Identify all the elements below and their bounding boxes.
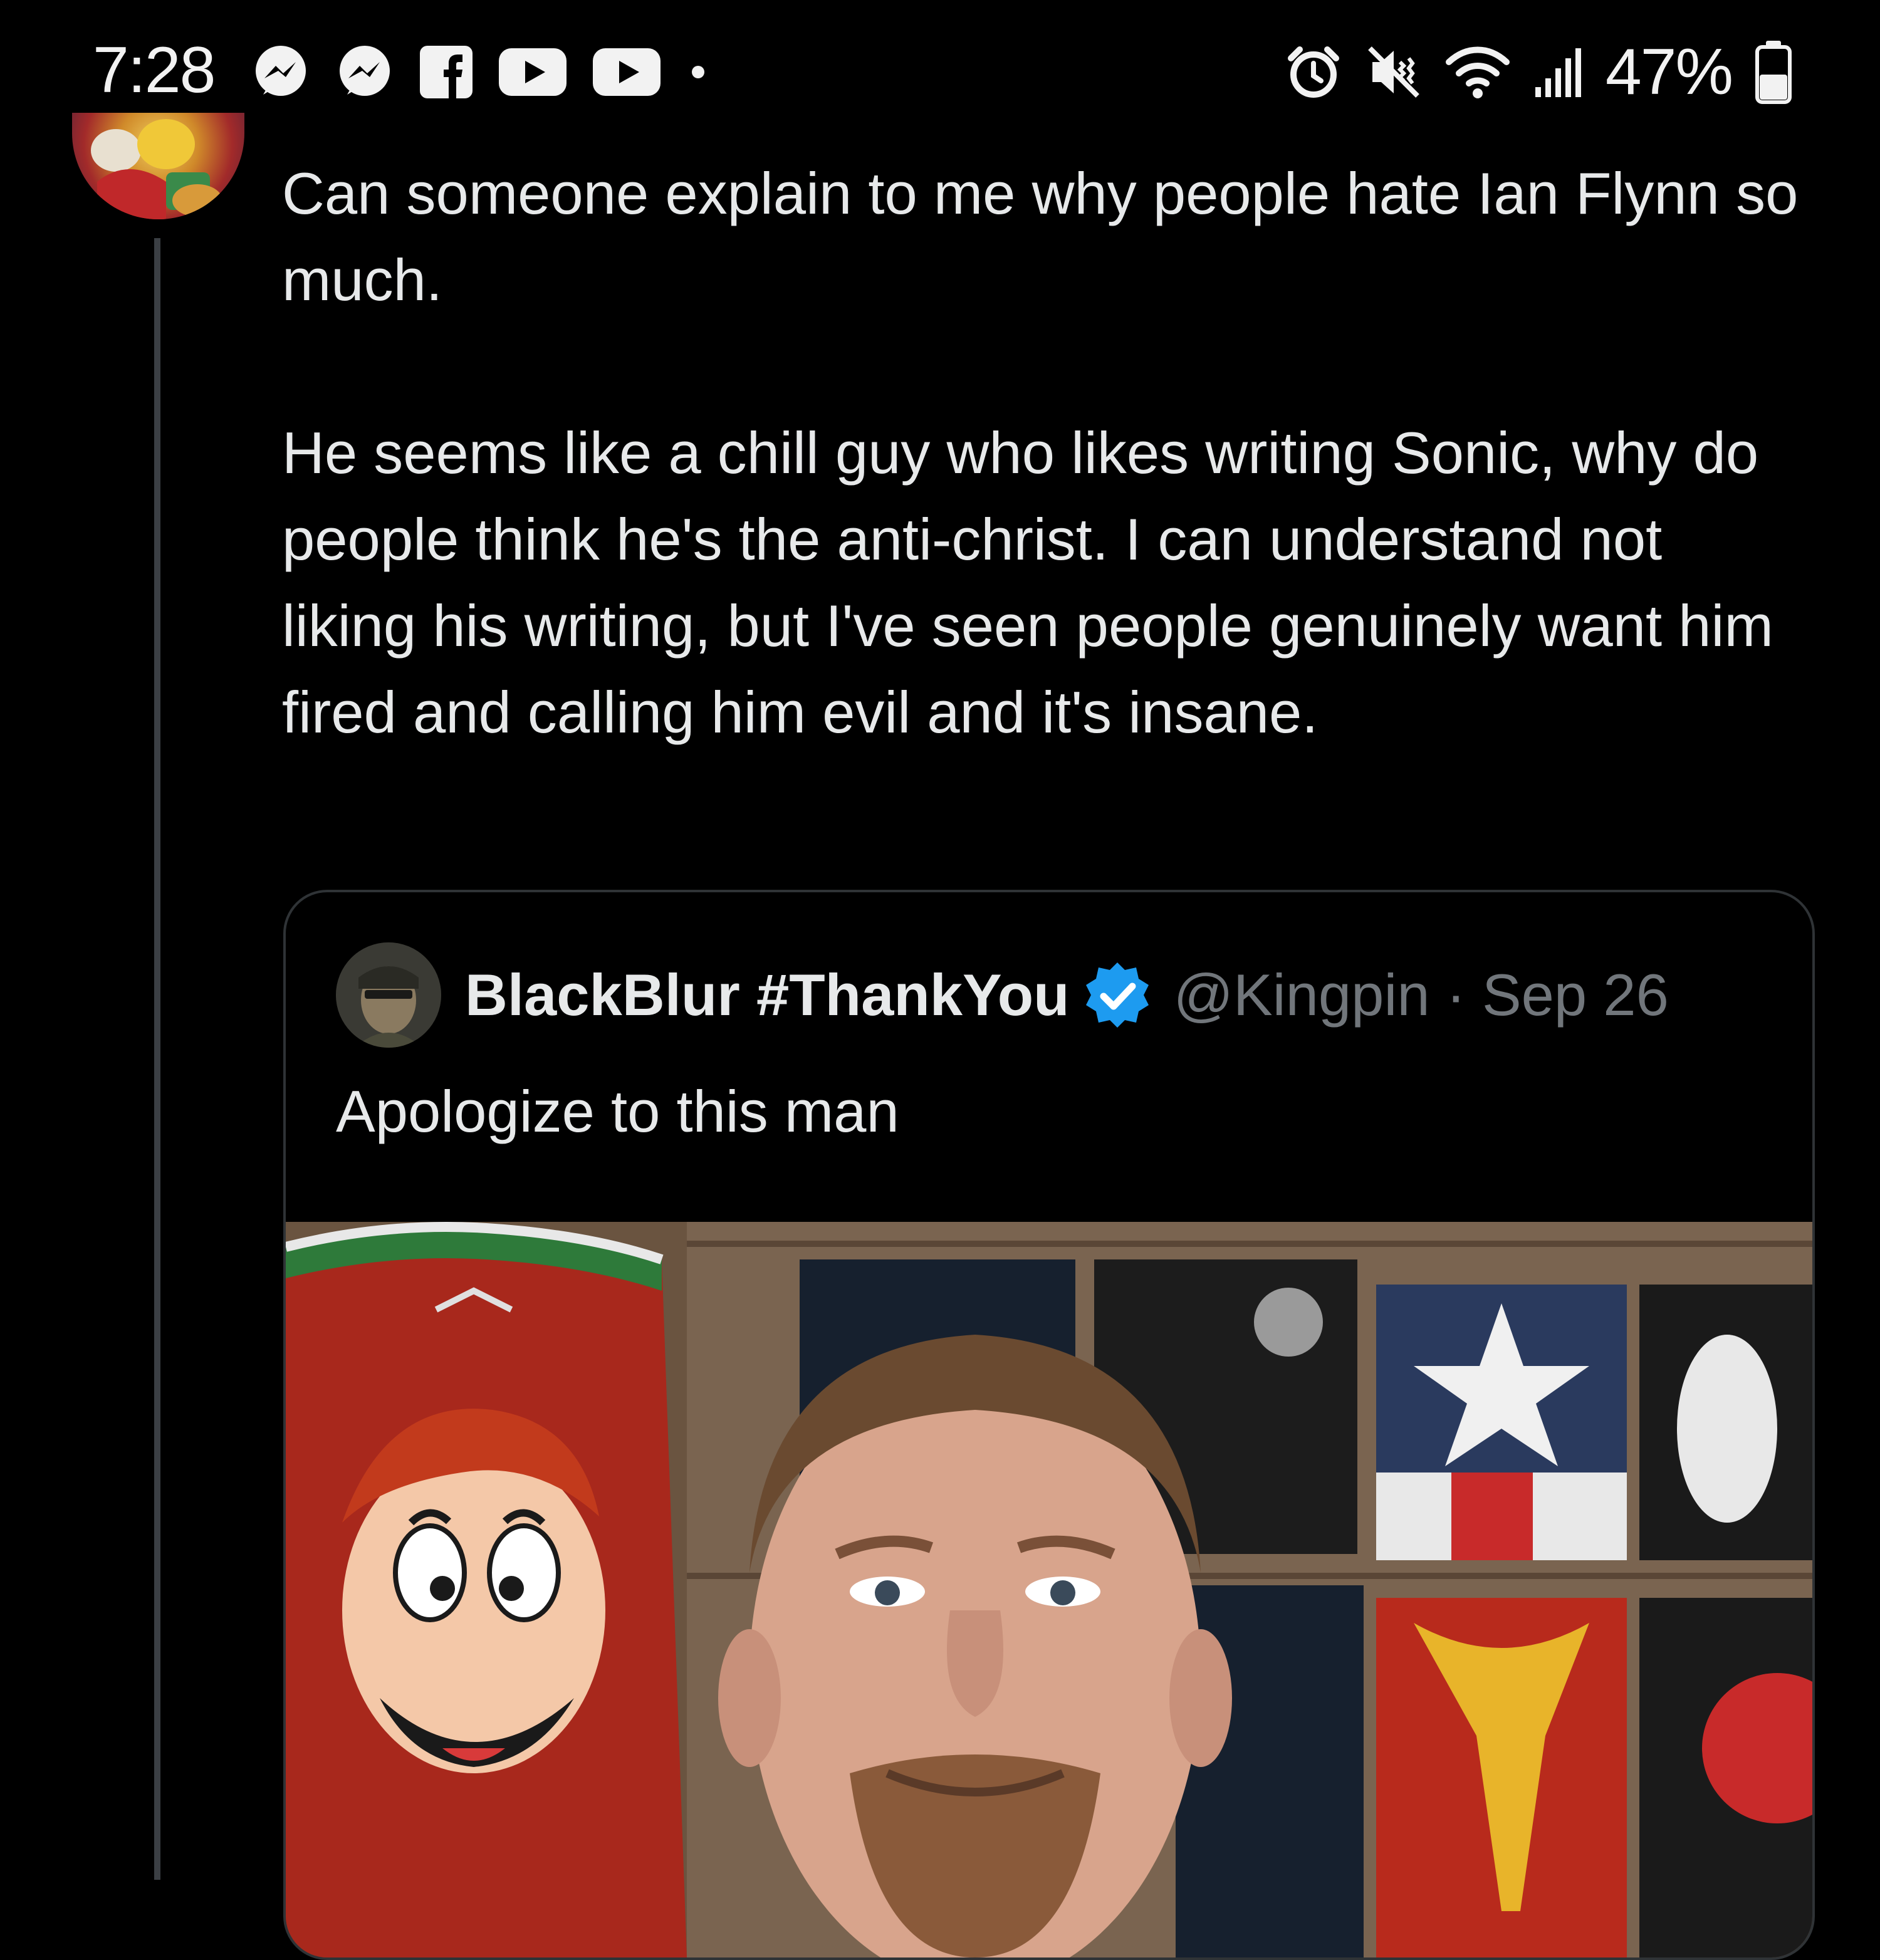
alarm-icon <box>1287 46 1339 98</box>
vibrate-mute-icon <box>1368 46 1419 98</box>
wifi-icon <box>1445 46 1510 98</box>
quoted-tweet-photo[interactable] <box>286 1222 1812 1957</box>
youtube-icon <box>593 48 661 96</box>
status-bar: 7:28 47% <box>0 0 1880 107</box>
verified-badge-icon <box>1085 962 1149 1028</box>
tweet-paragraph-1: Can someone explain to me why people hat… <box>282 160 1799 313</box>
notification-icons <box>251 44 711 100</box>
status-time: 7:28 <box>93 34 216 107</box>
dot-icon <box>692 66 704 78</box>
author-avatar[interactable] <box>72 113 244 219</box>
system-status: 47% <box>1285 38 1792 107</box>
battery-icon <box>1755 41 1792 104</box>
avatar-soldier-image <box>336 942 441 1048</box>
tweet-paragraph-2: He seems like a chill guy who likes writ… <box>282 420 1773 745</box>
facebook-icon <box>420 46 473 98</box>
signal-icon <box>1535 48 1581 97</box>
header-separator: · <box>1446 962 1466 1028</box>
messenger-icon <box>256 46 306 96</box>
photo-man-with-shirts <box>286 1222 1812 1957</box>
quoted-tweet-card[interactable]: BlackBlur #ThankYou @Kingpin · Sep 26 Ap… <box>283 890 1815 1960</box>
messenger-icon <box>340 46 390 96</box>
quoted-author-name[interactable]: BlackBlur #ThankYou <box>465 961 1070 1029</box>
quoted-tweet-date[interactable]: Sep 26 <box>1482 961 1669 1029</box>
quoted-tweet-text: Apologize to this man <box>336 1078 899 1144</box>
quoted-tweet-header: BlackBlur #ThankYou @Kingpin · Sep 26 <box>336 942 1669 1048</box>
youtube-icon <box>499 48 567 96</box>
quoted-author-avatar[interactable] <box>336 942 441 1048</box>
thread-line <box>154 238 160 1880</box>
tweet-text: Can someone explain to me why people hat… <box>282 150 1811 756</box>
quoted-author-handle[interactable]: @Kingpin <box>1174 961 1430 1029</box>
avatar-cartoon-image <box>91 119 222 219</box>
battery-percent: 47% <box>1605 36 1733 108</box>
